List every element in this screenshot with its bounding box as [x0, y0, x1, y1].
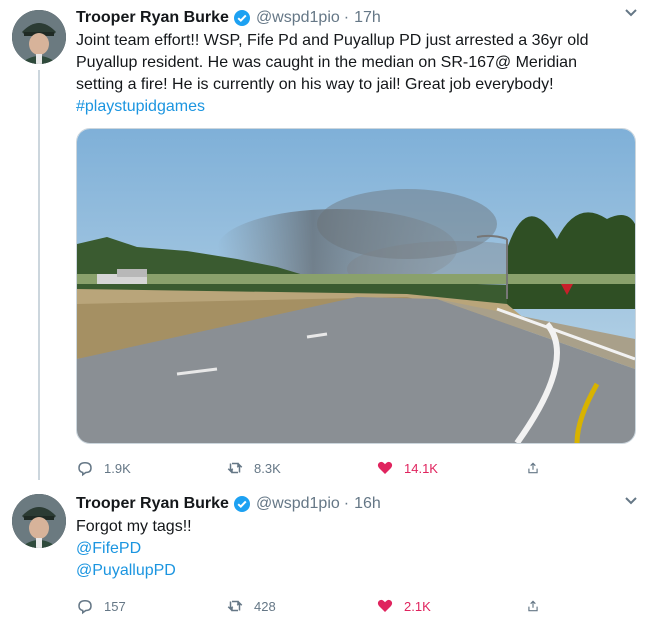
tweet-actions: 157 428 2.1K [76, 594, 638, 618]
reply-count: 157 [104, 598, 126, 614]
heart-icon [377, 599, 393, 612]
timestamp[interactable]: 17h [354, 9, 381, 27]
tweet-text-line: Forgot my tags!! [76, 518, 192, 535]
tweet-text-line: Joint team effort!! WSP, Fife Pd and Puy… [76, 32, 589, 49]
verified-badge-icon [233, 9, 251, 27]
reply-button[interactable]: 1.9K [76, 459, 226, 477]
reply-count: 1.9K [104, 460, 131, 476]
like-button[interactable]: 14.1K [376, 459, 526, 477]
user-handle[interactable]: @wspd1pio [256, 9, 340, 27]
mention-link[interactable]: @FifePD [76, 538, 638, 560]
like-count: 2.1K [404, 598, 431, 614]
mention-link[interactable]: @PuyallupPD [76, 560, 638, 582]
share-button[interactable] [526, 459, 550, 477]
separator-dot: · [343, 9, 350, 26]
retweet-button[interactable]: 428 [226, 597, 376, 615]
like-button[interactable]: 2.1K [376, 597, 526, 615]
retweet-count: 8.3K [254, 460, 281, 476]
tweet-text-line: setting a fire! He is currently on his w… [76, 76, 554, 93]
thread-connector-line [38, 70, 40, 480]
display-name[interactable]: Trooper Ryan Burke [76, 9, 229, 27]
retweet-icon [227, 600, 243, 612]
timestamp[interactable]: 16h [354, 495, 381, 513]
reply-icon [78, 461, 92, 477]
separator-dot: · [343, 495, 350, 512]
retweet-button[interactable]: 8.3K [226, 459, 376, 477]
tweet-text: Joint team effort!! WSP, Fife Pd and Puy… [76, 30, 638, 118]
share-button[interactable] [526, 597, 550, 615]
tweet-photo[interactable] [76, 128, 636, 444]
reply-icon [78, 599, 92, 615]
share-icon [528, 462, 538, 474]
heart-icon [377, 461, 393, 474]
tweet-header: Trooper Ryan Burke @wspd1pio · 17h [76, 6, 638, 30]
user-handle[interactable]: @wspd1pio [256, 495, 340, 513]
retweet-count: 428 [254, 598, 276, 614]
retweet-icon [227, 462, 243, 474]
hashtag-link[interactable]: #playstupidgames [76, 96, 638, 118]
avatar[interactable] [12, 10, 66, 64]
tweet-header: Trooper Ryan Burke @wspd1pio · 16h [76, 492, 638, 516]
tweet-text-line: Puyallup resident. He was caught in the … [76, 54, 577, 71]
reply-button[interactable]: 157 [76, 597, 226, 615]
display-name[interactable]: Trooper Ryan Burke [76, 495, 229, 513]
tweet-actions: 1.9K 8.3K 14.1K [76, 456, 638, 480]
chevron-down-icon[interactable] [623, 4, 639, 20]
avatar[interactable] [12, 494, 66, 548]
verified-badge-icon [233, 495, 251, 513]
share-icon [528, 600, 538, 612]
tweet-text: Forgot my tags!! @FifePD @PuyallupPD [76, 516, 638, 582]
like-count: 14.1K [404, 460, 438, 476]
chevron-down-icon[interactable] [623, 492, 639, 508]
